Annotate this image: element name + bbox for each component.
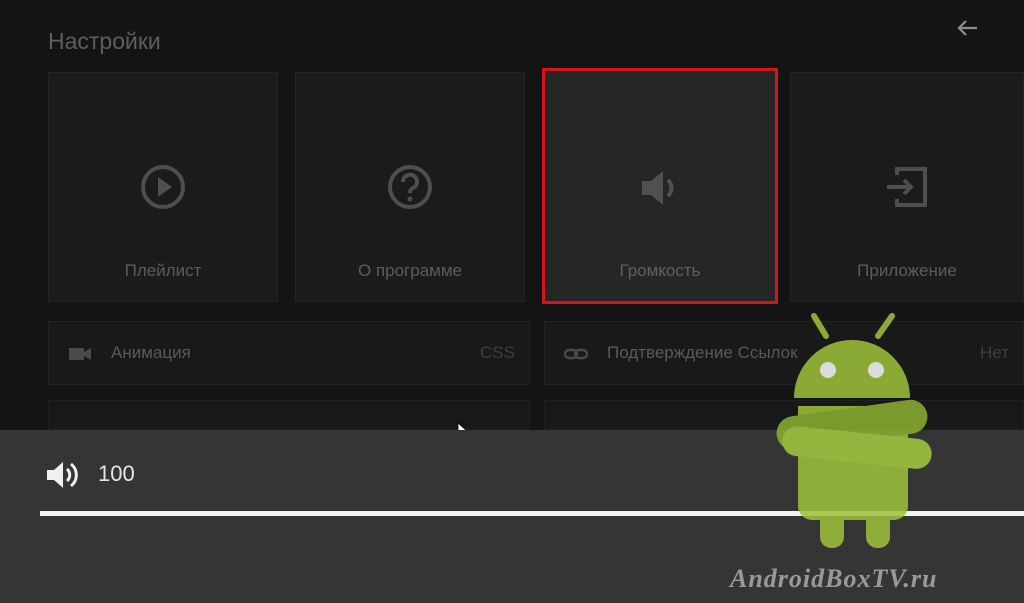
back-button[interactable] [952,14,982,42]
video-camera-icon [69,348,91,360]
row-label: Подтверждение Ссылок [607,343,798,362]
tile-label: О программе [357,261,462,280]
tile-playlist[interactable]: Плейлист [48,72,278,302]
exit-app-icon [887,167,927,207]
row-label: Анимация [111,343,191,362]
row-animation[interactable]: Анимация CSS [48,321,530,385]
play-circle-icon [141,165,185,209]
arrow-left-icon [957,20,977,36]
tile-label: Приложение [857,261,957,280]
android-mascot-icon [776,313,932,548]
volume-value: 100 [98,461,135,486]
page-title: Настройки [48,28,161,54]
tile-volume[interactable]: Громкость [542,68,778,304]
link-icon [563,348,589,360]
row-value: Нет [980,343,1009,362]
tile-about[interactable]: О программе [295,72,525,302]
volume-icon [642,171,674,205]
tile-label: Плейлист [124,261,202,280]
tile-label: Громкость [619,261,701,280]
site-watermark: AndroidBoxTV.ru [730,564,938,593]
volume-icon [47,462,78,488]
tile-app[interactable]: Приложение [790,72,1024,302]
help-circle-icon [388,165,432,209]
row-value: CSS [480,343,515,362]
